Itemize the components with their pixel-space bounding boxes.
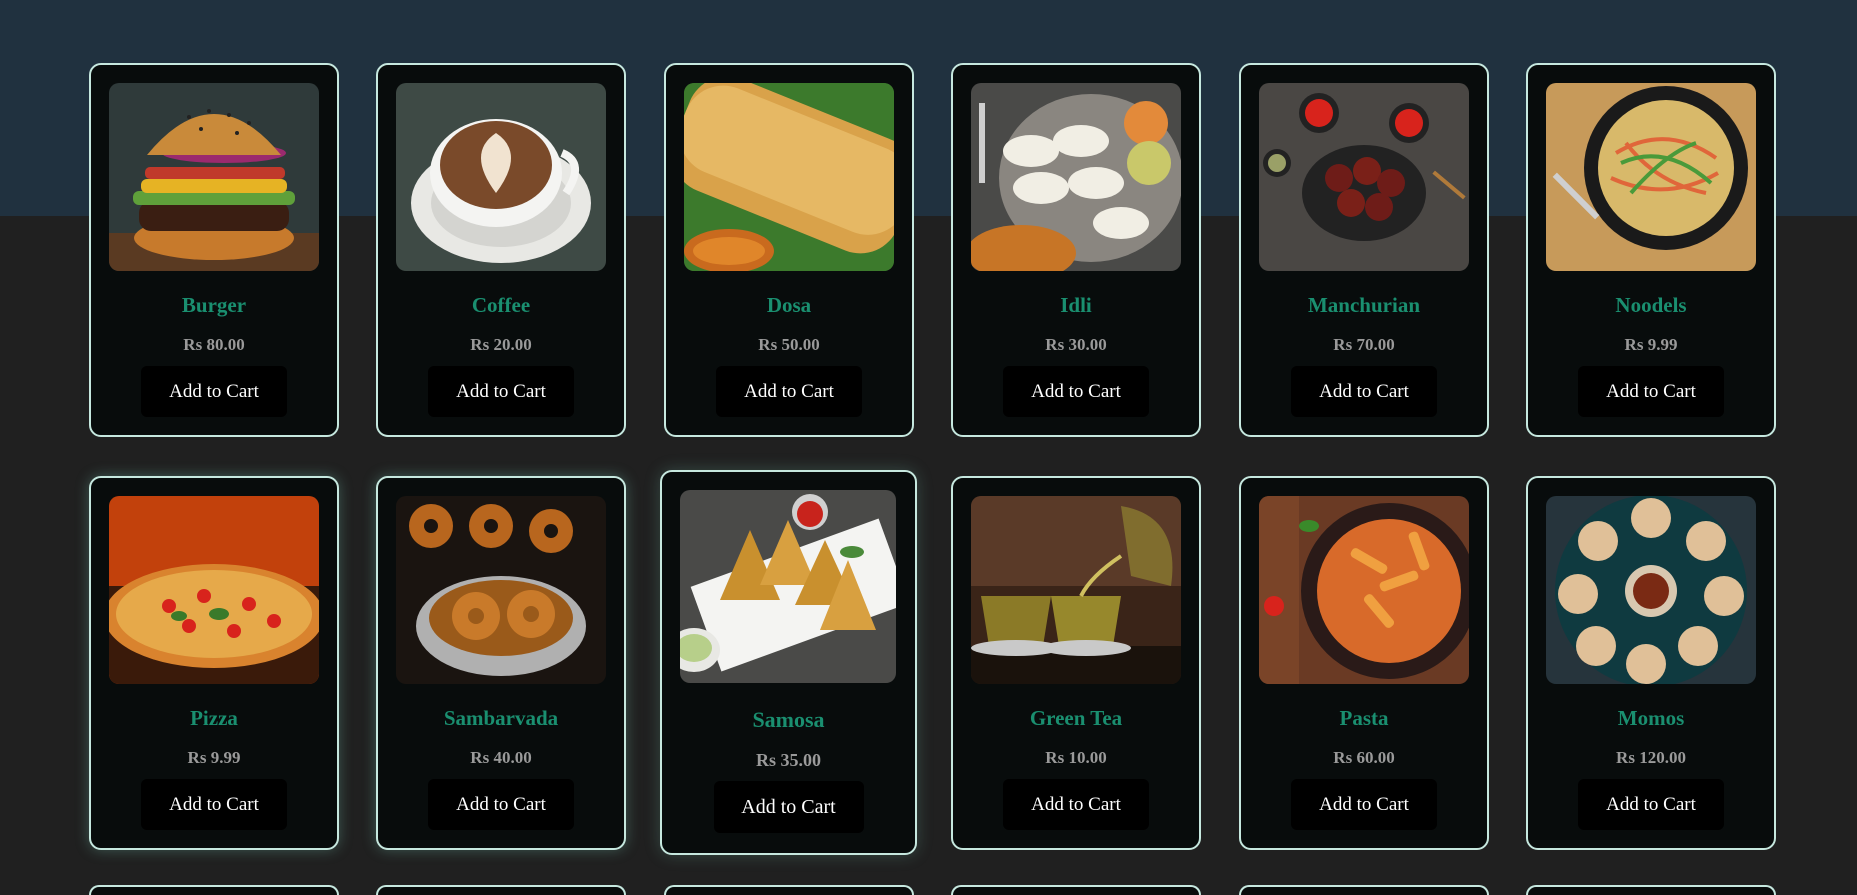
- item-price: Rs 50.00: [758, 335, 820, 354]
- item-price: Rs 9.99: [1624, 335, 1678, 354]
- item-name: Noodels: [1615, 293, 1687, 317]
- item-name: Samosa: [752, 707, 825, 732]
- add-to-cart-button[interactable]: Add to Cart: [141, 366, 287, 417]
- add-to-cart-button[interactable]: Add to Cart: [1291, 779, 1437, 830]
- burger-image: [109, 83, 319, 271]
- item-price: Rs 10.00: [1045, 748, 1107, 767]
- menu-card-partial: [89, 885, 339, 895]
- green-tea-image: [971, 496, 1181, 684]
- menu-card-partial: [1239, 885, 1489, 895]
- menu-card-green-tea: Green Tea Rs 10.00 Add to Cart: [951, 476, 1201, 850]
- menu-card-manchurian: Manchurian Rs 70.00 Add to Cart: [1239, 63, 1489, 437]
- menu-card-noodels: Noodels Rs 9.99 Add to Cart: [1526, 63, 1776, 437]
- menu-card-idli: Idli Rs 30.00 Add to Cart: [951, 63, 1201, 437]
- item-price: Rs 70.00: [1333, 335, 1395, 354]
- pasta-image: [1259, 496, 1469, 684]
- item-name: Pizza: [190, 706, 238, 730]
- item-name: Idli: [1060, 293, 1092, 317]
- menu-card-dosa: Dosa Rs 50.00 Add to Cart: [664, 63, 914, 437]
- menu-card-coffee: Coffee Rs 20.00 Add to Cart: [376, 63, 626, 437]
- menu-card-samosa: Samosa Rs 35.00 Add to Cart: [660, 470, 917, 855]
- item-name: Coffee: [471, 293, 531, 317]
- add-to-cart-button[interactable]: Add to Cart: [1003, 366, 1149, 417]
- add-to-cart-button[interactable]: Add to Cart: [713, 781, 864, 833]
- menu-card-pizza: Pizza Rs 9.99 Add to Cart: [89, 476, 339, 850]
- item-price: Rs 35.00: [755, 750, 821, 770]
- item-price: Rs 80.00: [183, 335, 245, 354]
- samosa-image: [680, 490, 896, 683]
- add-to-cart-button[interactable]: Add to Cart: [716, 366, 862, 417]
- menu-card-partial: [1526, 885, 1776, 895]
- menu-card-sambarvada: Sambarvada Rs 40.00 Add to Cart: [376, 476, 626, 850]
- menu-card-partial: [664, 885, 914, 895]
- item-name: Green Tea: [1029, 706, 1123, 730]
- add-to-cart-button[interactable]: Add to Cart: [1578, 366, 1724, 417]
- item-price: Rs 20.00: [470, 335, 532, 354]
- dosa-image: [684, 83, 894, 271]
- item-price: Rs 9.99: [187, 748, 241, 767]
- noodles-image: [1546, 83, 1756, 271]
- momos-image: [1546, 496, 1756, 684]
- menu-card-momos: Momos Rs 120.00 Add to Cart: [1526, 476, 1776, 850]
- item-name: Burger: [181, 293, 247, 317]
- item-name: Dosa: [766, 293, 812, 317]
- item-price: Rs 60.00: [1333, 748, 1395, 767]
- menu-card-partial: [376, 885, 626, 895]
- menu-card-burger: Burger Rs 80.00 Add to Cart: [89, 63, 339, 437]
- add-to-cart-button[interactable]: Add to Cart: [1291, 366, 1437, 417]
- coffee-image: [396, 83, 606, 271]
- item-name: Momos: [1617, 706, 1685, 730]
- add-to-cart-button[interactable]: Add to Cart: [428, 366, 574, 417]
- manchurian-image: [1259, 83, 1469, 271]
- idli-image: [971, 83, 1181, 271]
- add-to-cart-button[interactable]: Add to Cart: [428, 779, 574, 830]
- item-price: Rs 30.00: [1045, 335, 1107, 354]
- add-to-cart-button[interactable]: Add to Cart: [141, 779, 287, 830]
- pizza-image: [109, 496, 319, 684]
- item-name: Sambarvada: [443, 706, 559, 730]
- menu-card-pasta: Pasta Rs 60.00 Add to Cart: [1239, 476, 1489, 850]
- item-name: Pasta: [1339, 706, 1389, 730]
- add-to-cart-button[interactable]: Add to Cart: [1578, 779, 1724, 830]
- menu-card-partial: [951, 885, 1201, 895]
- add-to-cart-button[interactable]: Add to Cart: [1003, 779, 1149, 830]
- item-price: Rs 40.00: [470, 748, 532, 767]
- item-price: Rs 120.00: [1616, 748, 1686, 767]
- sambarvada-image: [396, 496, 606, 684]
- item-name: Manchurian: [1307, 293, 1420, 317]
